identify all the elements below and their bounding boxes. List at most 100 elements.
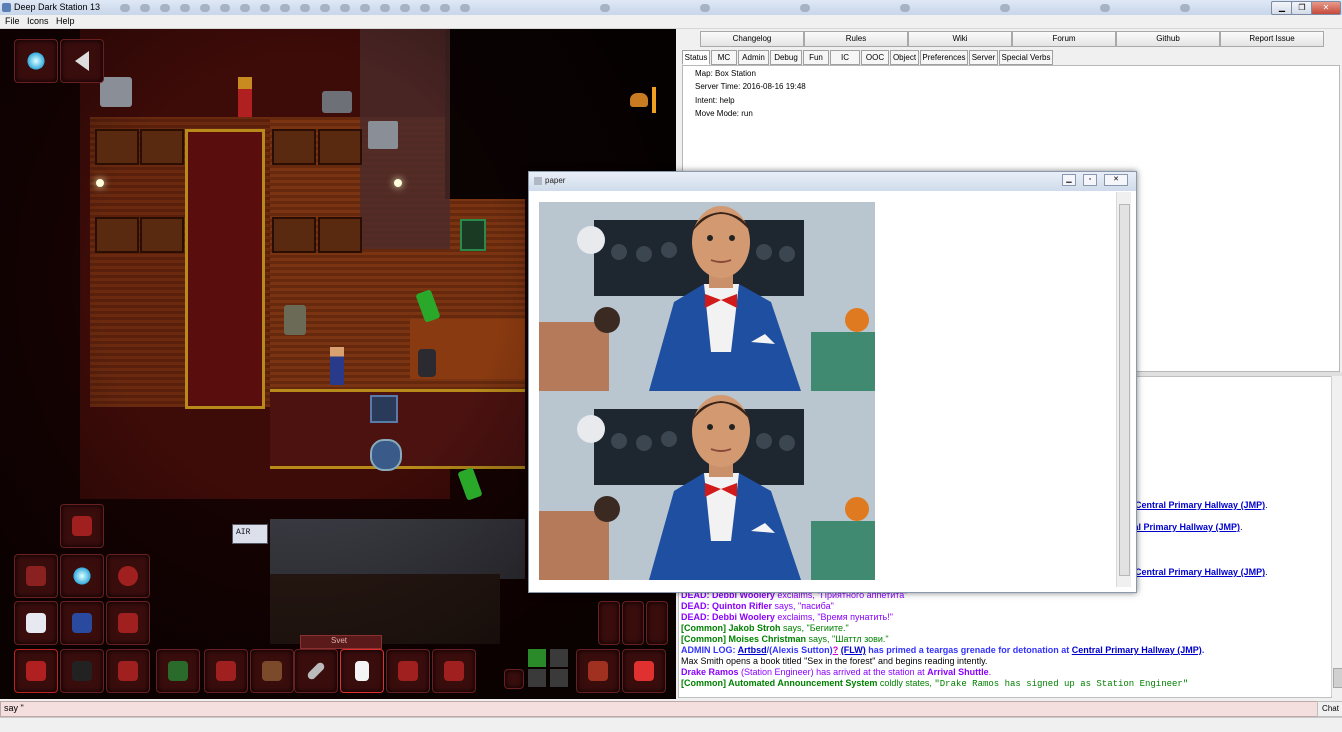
- hud-slot-button[interactable]: [14, 601, 58, 645]
- command-input-value: say ": [4, 703, 24, 713]
- intent-disarm-button[interactable]: [550, 649, 568, 667]
- wall-light: [394, 179, 402, 187]
- maximize-button[interactable]: ❐: [1291, 1, 1313, 15]
- hud-slot-button[interactable]: [432, 649, 476, 693]
- chat-line: DEAD: Debbi Woolery exclaims, "Время пун…: [681, 612, 893, 622]
- tab-github[interactable]: Github: [1116, 31, 1220, 47]
- tab-object[interactable]: Object: [890, 50, 919, 65]
- menu-help[interactable]: Help: [56, 16, 75, 26]
- tab-changelog[interactable]: Changelog: [700, 31, 804, 47]
- doll-button[interactable]: [622, 649, 666, 693]
- hud-slot-button[interactable]: [106, 649, 150, 693]
- menu-file[interactable]: File: [5, 16, 20, 26]
- tab-report-issue[interactable]: Report Issue: [1220, 31, 1324, 47]
- hud-bulb-button[interactable]: [14, 39, 58, 83]
- intent-grab-button[interactable]: [528, 669, 546, 687]
- tab-debug[interactable]: Debug: [770, 50, 802, 65]
- wall-light: [96, 179, 104, 187]
- taskbar-icon: [1180, 4, 1190, 12]
- paper-minimize-button[interactable]: ▁: [1062, 174, 1076, 186]
- tab-ic[interactable]: IC: [830, 50, 860, 65]
- intent-harm-button[interactable]: [550, 669, 568, 687]
- right-hand-slot[interactable]: [340, 649, 384, 693]
- intent-help-button[interactable]: [528, 649, 546, 667]
- tab-special-verbs[interactable]: Special Verbs: [999, 50, 1053, 65]
- tab-rules[interactable]: Rules: [804, 31, 908, 47]
- command-input[interactable]: say ": [0, 701, 1318, 717]
- burger-sprite[interactable]: [630, 93, 648, 107]
- hud-slot-button[interactable]: [14, 649, 58, 693]
- paper-scrollbar[interactable]: [1116, 192, 1131, 587]
- scrollbar-thumb[interactable]: [1333, 668, 1342, 688]
- hud-slot-button[interactable]: [60, 649, 104, 693]
- hud-slot-button[interactable]: [60, 554, 104, 598]
- throw-button[interactable]: [504, 669, 524, 689]
- location-link[interactable]: Central Primary Hallway (JMP): [1072, 645, 1202, 655]
- chat-message: "пасиба": [798, 601, 834, 611]
- tab-ooc[interactable]: OOC: [861, 50, 889, 65]
- hud-slot-button[interactable]: [156, 649, 200, 693]
- hud-back-button[interactable]: [60, 39, 104, 83]
- chat-toggle-button[interactable]: Chat: [1317, 701, 1342, 717]
- chat-scrollbar[interactable]: [1331, 376, 1342, 696]
- hud-action-button[interactable]: [622, 601, 644, 645]
- chair-sprite[interactable]: [284, 305, 306, 335]
- tab-mc[interactable]: MC: [711, 50, 737, 65]
- left-hand-slot[interactable]: [294, 649, 338, 693]
- close-button[interactable]: ✕: [1311, 1, 1341, 15]
- vent-sprite[interactable]: [370, 395, 398, 423]
- character-sprite[interactable]: [418, 349, 436, 377]
- chat-verb: says,: [780, 623, 807, 633]
- hud-slot-button[interactable]: [106, 554, 150, 598]
- tab-wiki[interactable]: Wiki: [908, 31, 1012, 47]
- paper-window-titlebar[interactable]: paper ▁ ▫ ✕: [529, 172, 1136, 191]
- taskbar-icon: [1000, 4, 1010, 12]
- hud-slot-button[interactable]: [60, 601, 104, 645]
- hud-slot-button[interactable]: [204, 649, 248, 693]
- player-sprite[interactable]: [330, 347, 344, 385]
- photocopier-sprite[interactable]: [322, 91, 352, 113]
- minimize-button[interactable]: ▁: [1271, 1, 1293, 15]
- console-sprite[interactable]: [460, 219, 486, 251]
- air-alarm-sprite[interactable]: AIR: [232, 524, 268, 544]
- chat-verb: says,: [772, 601, 799, 611]
- location-link[interactable]: Central Primary Hallway (JMP): [1135, 500, 1265, 510]
- location-link[interactable]: Central Primary Hallway (JMP): [1135, 567, 1265, 577]
- paper-maximize-button[interactable]: ▫: [1083, 174, 1097, 186]
- chat-text: .: [1265, 500, 1268, 510]
- ckey-link[interactable]: Artbsd: [738, 645, 767, 655]
- computer-sprite[interactable]: [368, 121, 398, 149]
- scrollbar-thumb[interactable]: [1119, 204, 1130, 576]
- character-sprite[interactable]: [238, 77, 252, 117]
- chat-message: "Drake Ramos has signed up as Station En…: [934, 679, 1189, 689]
- move-intent-button[interactable]: [576, 649, 620, 693]
- tab-admin[interactable]: Admin: [738, 50, 769, 65]
- mask-icon: [118, 566, 138, 586]
- player-panel-link[interactable]: ?: [833, 645, 839, 655]
- tab-preferences[interactable]: Preferences: [920, 50, 968, 65]
- hud-slot-button[interactable]: [386, 649, 430, 693]
- hud-slot-button[interactable]: [60, 504, 104, 548]
- paper-close-button[interactable]: ✕: [1104, 174, 1128, 186]
- status-move-mode: Move Mode: run: [695, 109, 753, 118]
- chat-message: "Бегиите.": [806, 623, 849, 633]
- tab-server[interactable]: Server: [969, 50, 998, 65]
- follow-link[interactable]: (FLW): [841, 645, 866, 655]
- menu-icons[interactable]: Icons: [27, 16, 49, 26]
- air-scrubber-sprite[interactable]: [370, 439, 402, 471]
- tab-fun[interactable]: Fun: [803, 50, 829, 65]
- status-bar: [0, 717, 1342, 732]
- hud-slot-button[interactable]: [250, 649, 294, 693]
- hud-slot-button[interactable]: [106, 601, 150, 645]
- tab-forum[interactable]: Forum: [1012, 31, 1116, 47]
- hud-action-button[interactable]: [598, 601, 620, 645]
- location-link[interactable]: ral Primary Hallway (JMP): [1130, 522, 1240, 532]
- tab-status[interactable]: Status: [682, 50, 710, 65]
- machine-sprite[interactable]: [100, 77, 132, 107]
- body-icon: [634, 661, 654, 681]
- status-intent: Intent: help: [695, 96, 735, 105]
- hud-slot-button[interactable]: [14, 554, 58, 598]
- taskbar-icon: [400, 4, 410, 12]
- shoes-icon: [72, 661, 92, 681]
- hud-action-button[interactable]: [646, 601, 668, 645]
